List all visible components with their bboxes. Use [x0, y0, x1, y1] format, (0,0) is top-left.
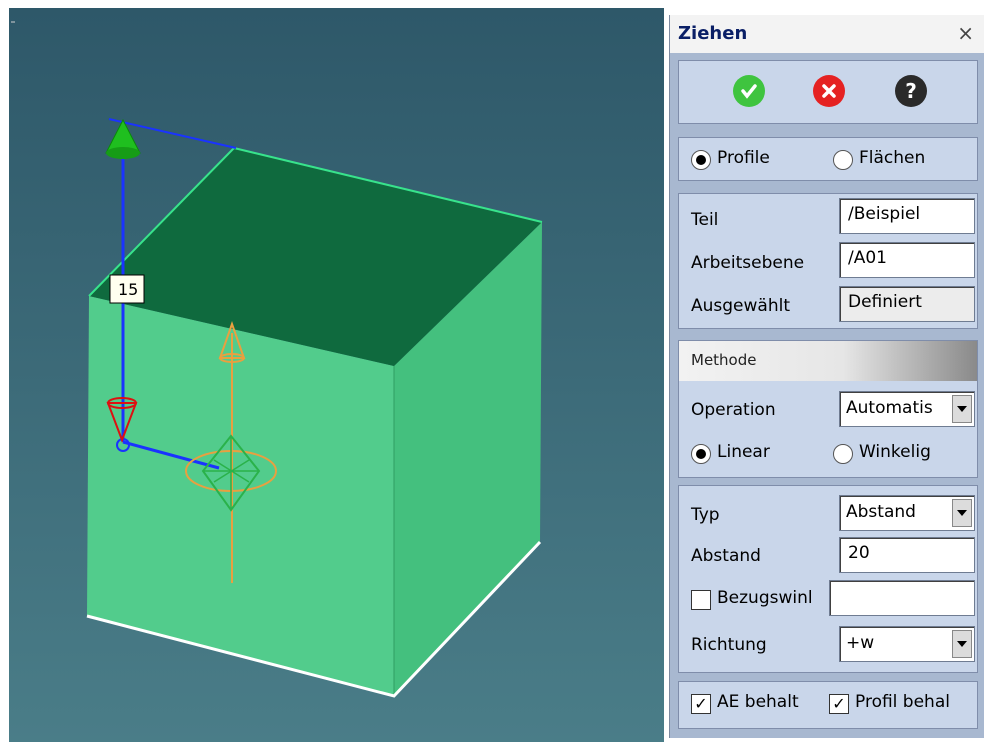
radio-linear[interactable] — [691, 444, 711, 464]
richtung-select[interactable]: +w — [839, 626, 975, 662]
cancel-icon — [822, 84, 836, 98]
operation-label: Operation — [691, 400, 776, 420]
params-group: Typ Abstand Abstand 20 Bezugswinl Richtu… — [678, 485, 978, 673]
action-group: ? — [678, 60, 978, 124]
bezug-checkbox[interactable] — [691, 590, 711, 610]
radio-winkelig[interactable] — [833, 444, 853, 464]
ausgewaehlt-field: Definiert — [839, 286, 975, 322]
radio-profile[interactable] — [691, 150, 711, 170]
ae-label: AE behalt — [717, 692, 799, 712]
operation-value: Automatis — [846, 398, 933, 418]
chevron-down-icon[interactable] — [952, 630, 972, 658]
abstand-field[interactable]: 20 — [839, 537, 975, 573]
extrude-panel: Ziehen × ? Profile Flächen Teil /Beispie… — [669, 15, 984, 738]
bezug-field[interactable] — [829, 580, 975, 616]
typ-label: Typ — [691, 505, 720, 525]
dimension-label: 15 — [118, 280, 138, 299]
methode-group: Methode Operation Automatis Linear Winke… — [678, 340, 978, 478]
ae-checkbox[interactable]: ✓ — [691, 694, 711, 714]
radio-profile-label: Profile — [717, 148, 770, 168]
3d-viewport[interactable]: 15 — [9, 8, 664, 742]
radio-winkelig-label: Winkelig — [859, 442, 931, 462]
methode-title: Methode — [691, 351, 757, 369]
chevron-down-icon[interactable] — [952, 499, 972, 527]
help-icon: ? — [905, 79, 917, 103]
check-icon — [741, 84, 757, 99]
radio-faces[interactable] — [833, 150, 853, 170]
methode-header: Methode — [679, 341, 977, 381]
radio-linear-label: Linear — [717, 442, 770, 462]
options-group: ✓ AE behalt ✓ Profil behal — [678, 681, 978, 729]
profil-checkbox[interactable]: ✓ — [829, 694, 849, 714]
profil-label: Profil behal — [855, 692, 950, 712]
close-icon[interactable]: × — [957, 21, 974, 45]
ok-button[interactable] — [733, 75, 765, 107]
mode-group: Profile Flächen — [678, 137, 978, 181]
typ-select[interactable]: Abstand — [839, 495, 975, 531]
richtung-value: +w — [846, 633, 875, 653]
model-scene: 15 — [11, 21, 543, 698]
panel-title: Ziehen — [678, 23, 748, 44]
radio-faces-label: Flächen — [859, 148, 926, 168]
typ-value: Abstand — [846, 502, 916, 522]
panel-titlebar: Ziehen × — [670, 15, 984, 53]
teil-field[interactable]: /Beispiel — [839, 198, 975, 234]
bezug-label: Bezugswinl — [717, 588, 813, 608]
ebene-label: Arbeitsebene — [691, 253, 805, 273]
richtung-label: Richtung — [691, 635, 767, 655]
ausgewaehlt-label: Ausgewählt — [691, 296, 790, 316]
teil-label: Teil — [691, 210, 719, 230]
chevron-down-icon[interactable] — [952, 395, 972, 423]
part-group: Teil /Beispiel Arbeitsebene /A01 Ausgewä… — [678, 193, 978, 329]
operation-select[interactable]: Automatis — [839, 391, 975, 427]
ebene-field[interactable]: /A01 — [839, 242, 975, 278]
help-button[interactable]: ? — [895, 75, 927, 107]
cancel-button[interactable] — [813, 75, 845, 107]
abstand-label: Abstand — [691, 546, 761, 566]
